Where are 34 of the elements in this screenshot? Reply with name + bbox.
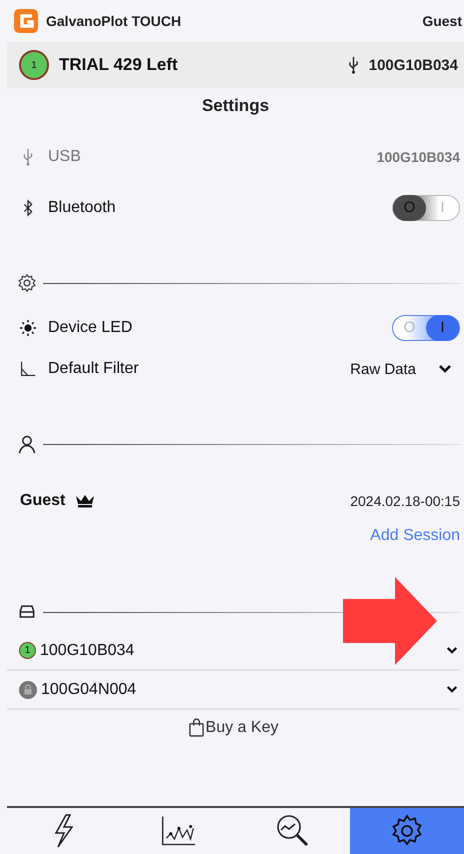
device-led-toggle[interactable]: O I: [392, 315, 460, 341]
session-date: 2024.02.18-00:15: [350, 493, 460, 509]
bluetooth-label: Bluetooth: [48, 199, 116, 217]
gear-icon: [17, 273, 37, 293]
app-title: GalvanoPlot TOUCH: [46, 13, 182, 29]
usb-serial: 100G10B034: [376, 149, 460, 165]
user-name: Guest: [422, 13, 462, 29]
page-title: Settings: [200, 95, 270, 117]
magnifier-chart-icon: [274, 813, 311, 849]
default-filter-label: Default Filter: [48, 360, 139, 378]
device-status-badge: 1: [19, 50, 49, 80]
device-serial: 100G10B034: [40, 642, 134, 660]
crown-icon: [75, 494, 96, 508]
settings-tab[interactable]: [350, 808, 464, 854]
device-status-badge: 1: [19, 642, 36, 659]
person-icon: [17, 434, 37, 454]
device-led-label: Device LED: [48, 319, 132, 337]
chevron-down-icon: [438, 364, 452, 374]
usb-label: USB: [48, 148, 81, 166]
device-serial: 100G04N004: [41, 680, 136, 698]
sun-icon: [20, 319, 36, 337]
buy-key-link[interactable]: Buy a Key: [188, 718, 278, 737]
chevron-down-icon: [446, 646, 458, 655]
user-name: Guest: [20, 492, 66, 510]
usb-icon: [348, 56, 359, 74]
shopping-bag-icon: [188, 718, 204, 737]
chevron-down-icon: [446, 685, 458, 694]
device-row[interactable]: 100G04N004: [7, 671, 460, 710]
filter-dropdown[interactable]: Raw Data: [350, 360, 460, 378]
lock-icon: [19, 680, 37, 698]
app-logo-icon: [14, 9, 38, 33]
device-name: TRIAL 429 Left: [59, 55, 178, 75]
filter-axis-icon: [20, 360, 36, 378]
device-serial: 100G10B034: [368, 56, 458, 74]
